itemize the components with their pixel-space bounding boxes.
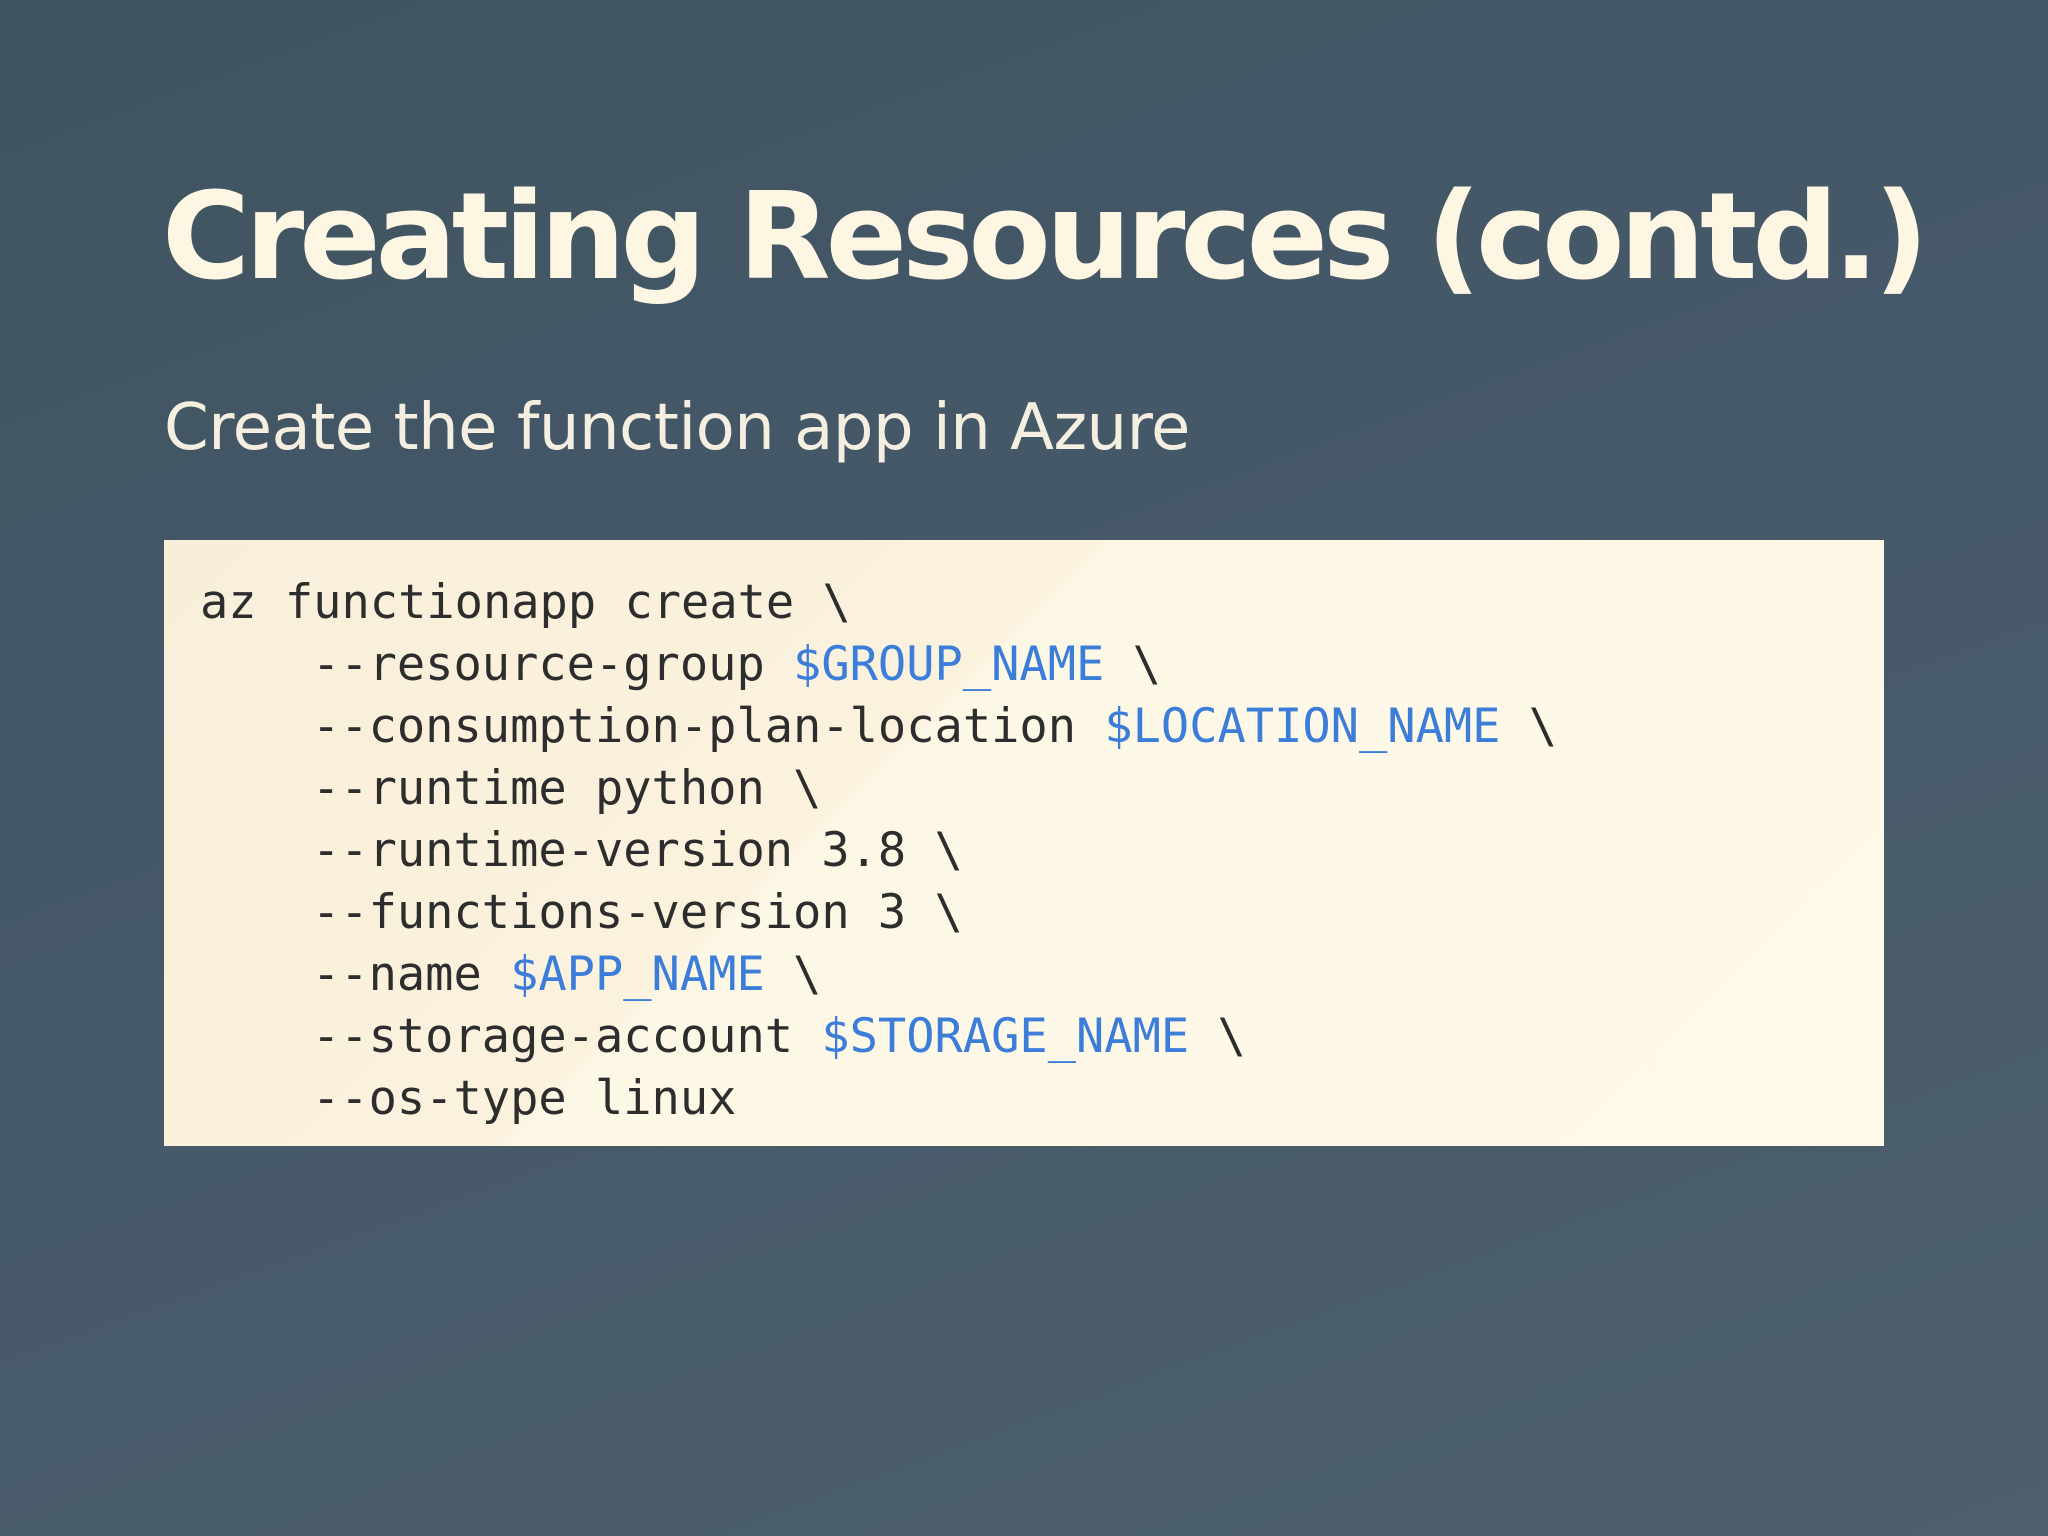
code-text: --runtime-version 3.8 \: [312, 823, 963, 878]
code-variable: $APP_NAME: [510, 947, 765, 1002]
code-line-functions-version: --functions-version 3 \: [200, 882, 1848, 944]
code-text: --runtime python \: [312, 761, 822, 816]
code-line-name: --name $APP_NAME \: [200, 944, 1848, 1006]
code-line-command: az functionapp create \: [200, 572, 1848, 634]
code-line-storage-account: --storage-account $STORAGE_NAME \: [200, 1006, 1848, 1068]
code-variable: $GROUP_NAME: [793, 637, 1105, 692]
slide-title: Creating Resources (contd.): [162, 168, 1929, 307]
code-line-runtime: --runtime python \: [200, 758, 1848, 820]
code-line-resource-group: --resource-group $GROUP_NAME \: [200, 634, 1848, 696]
code-block: az functionapp create \ --resource-group…: [164, 540, 1884, 1146]
slide-subtitle: Create the function app in Azure: [164, 391, 1190, 465]
code-variable: $LOCATION_NAME: [1104, 699, 1501, 754]
code-text: --os-type linux: [312, 1071, 737, 1126]
code-variable: $STORAGE_NAME: [821, 1009, 1190, 1064]
code-continuation: \: [1104, 637, 1161, 692]
code-continuation: \: [764, 947, 822, 1002]
code-text: --functions-version 3 \: [312, 885, 963, 940]
code-text: az functionapp create \: [200, 575, 851, 630]
code-line-consumption-plan-location: --consumption-plan-location $LOCATION_NA…: [200, 696, 1848, 758]
code-flag: --storage-account: [312, 1009, 822, 1064]
slide: Creating Resources (contd.) Create the f…: [0, 0, 2048, 1536]
code-continuation: \: [1189, 1009, 1246, 1064]
code-line-os-type: --os-type linux: [200, 1068, 1848, 1130]
code-flag: --consumption-plan-location: [312, 699, 1105, 754]
code-line-runtime-version: --runtime-version 3.8 \: [200, 820, 1848, 882]
code-flag: --resource-group: [312, 637, 794, 692]
code-continuation: \: [1500, 699, 1558, 754]
code-flag: --name: [312, 947, 511, 1002]
